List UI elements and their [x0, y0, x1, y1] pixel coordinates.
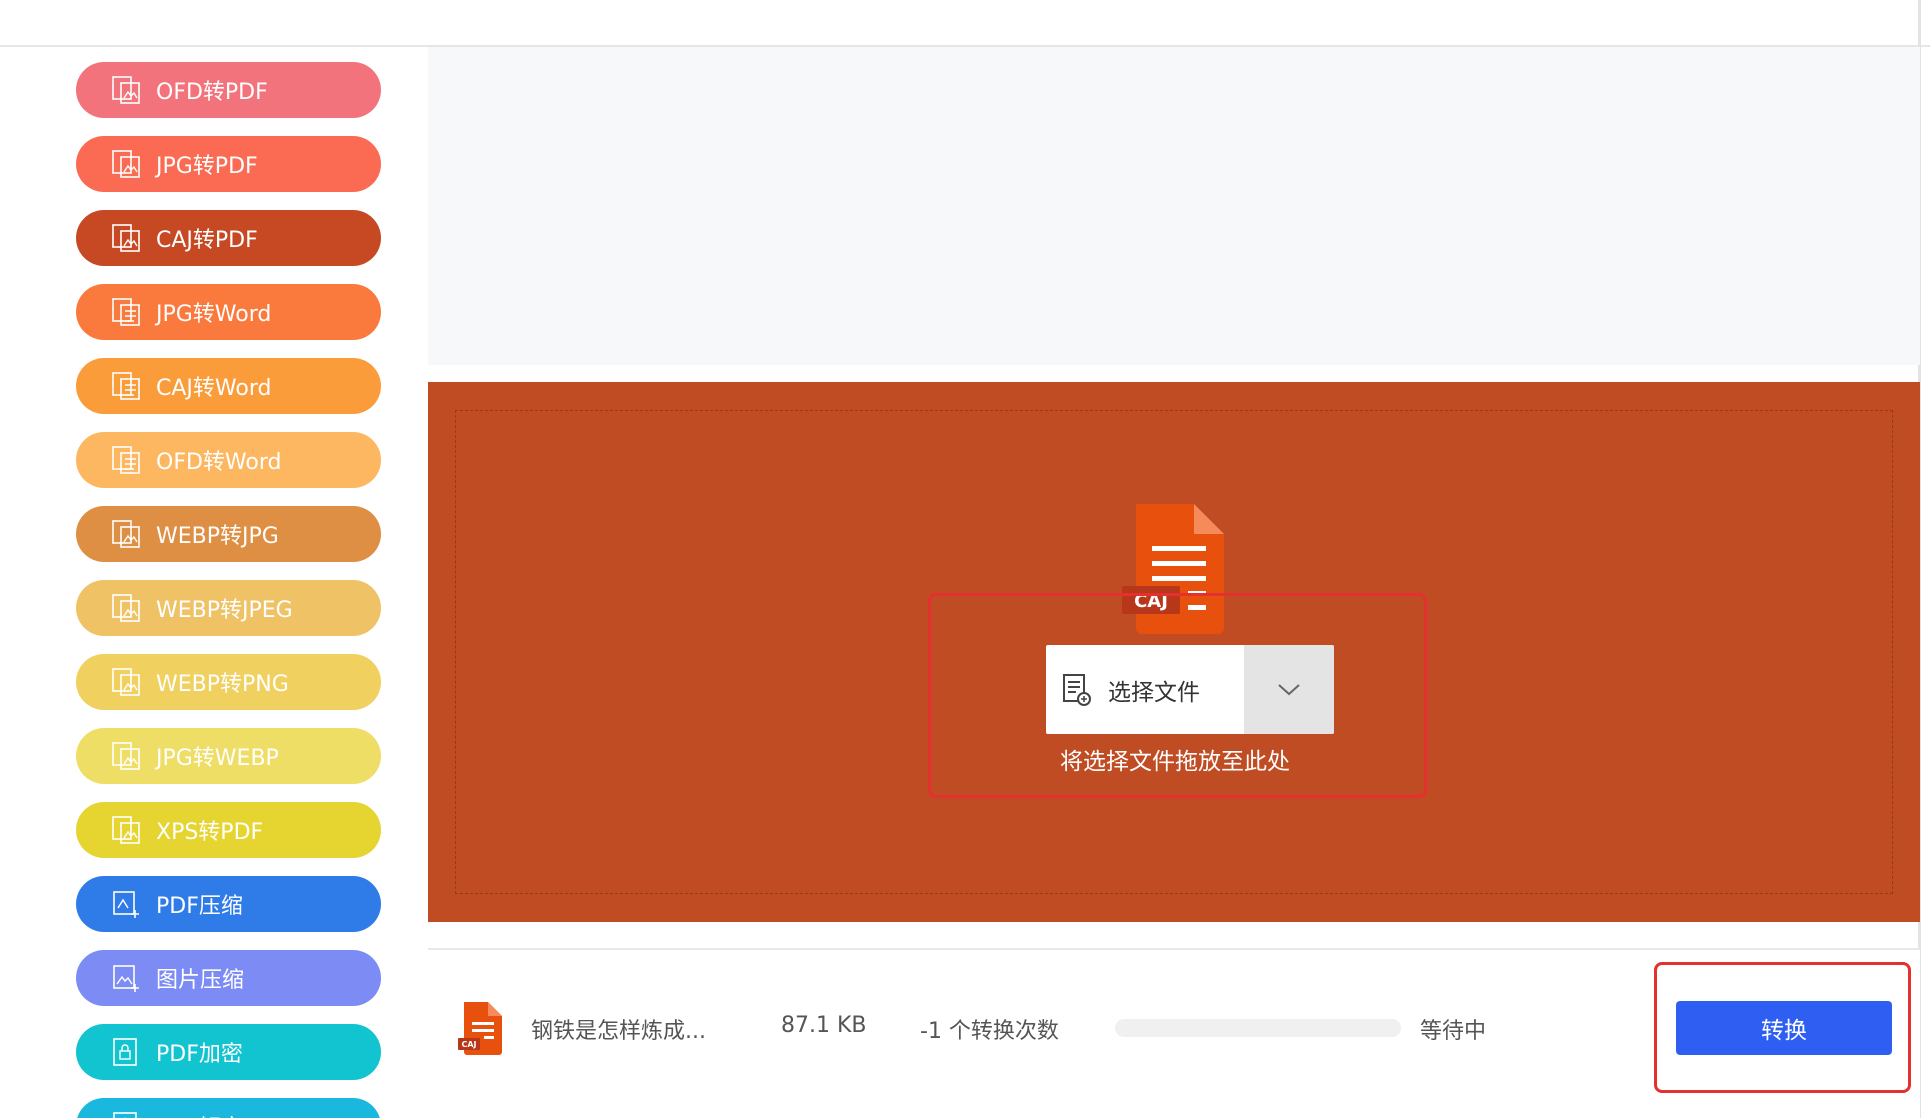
sidebar-item-pdf-compress[interactable]: PDF压缩 — [76, 876, 381, 932]
sidebar-item-jpg-to-webp[interactable]: JPG转WEBP — [76, 728, 381, 784]
caj-file-small-icon: CAJ — [458, 1002, 502, 1055]
select-file-label: 选择文件 — [1108, 679, 1200, 706]
pdf-decrypt-icon — [110, 1110, 142, 1118]
sidebar-item-label: JPG转PDF — [156, 154, 258, 179]
sidebar-item-jpg-to-pdf[interactable]: JPG转PDF — [76, 136, 381, 192]
sidebar-item-label: 图片压缩 — [156, 968, 245, 993]
top-panel — [428, 47, 1920, 365]
select-dropdown-toggle[interactable] — [1244, 645, 1334, 734]
pdf-encrypt-icon — [110, 1036, 142, 1068]
file-name: 钢铁是怎样炼成... — [531, 1019, 706, 1044]
sidebar-item-ofd-to-word[interactable]: OFD转Word — [76, 432, 381, 488]
ofd-to-word-icon — [110, 444, 142, 476]
sidebar-item-label: OFD转Word — [156, 450, 282, 475]
select-file-button-group[interactable]: 选择文件 — [1046, 645, 1334, 734]
sidebar-item-xps-to-pdf[interactable]: XPS转PDF — [76, 802, 381, 858]
status-text: 等待中 — [1420, 1019, 1487, 1044]
sidebar-item-ofd-to-pdf[interactable]: OFD转PDF — [76, 62, 381, 118]
sidebar-item-jpg-to-word[interactable]: JPG转Word — [76, 284, 381, 340]
file-badge-small-label: CAJ — [461, 1040, 476, 1049]
sidebar-item-label: XPS转PDF — [156, 820, 264, 845]
image-compress-icon — [110, 962, 142, 994]
jpg-to-webp-icon — [110, 740, 142, 772]
sidebar-item-label: WEBP转JPG — [156, 524, 279, 549]
sidebar-item-webp-to-jpeg[interactable]: WEBP转JPEG — [76, 580, 381, 636]
drop-hint-text: 将选择文件拖放至此处 — [1060, 749, 1290, 775]
chevron-down-icon — [1278, 683, 1300, 695]
document-add-icon — [1063, 673, 1091, 706]
sidebar-item-label: CAJ转PDF — [156, 228, 258, 253]
sidebar-item-label: PDF压缩 — [156, 894, 243, 919]
file-size: 87.1 KB — [781, 1013, 867, 1038]
xps-to-pdf-icon — [110, 814, 142, 846]
sidebar-item-pdf-decrypt[interactable]: PDF解密 — [76, 1098, 381, 1118]
sidebar-item-label: WEBP转PNG — [156, 672, 289, 697]
sidebar-item-image-compress[interactable]: 图片压缩 — [76, 950, 381, 1006]
jpg-to-pdf-icon — [110, 148, 142, 180]
top-bar — [0, 0, 1930, 47]
progress-bar — [1115, 1019, 1401, 1037]
webp-to-jpeg-icon — [110, 592, 142, 624]
select-file-button[interactable]: 选择文件 — [1046, 645, 1244, 734]
sidebar-item-pdf-encrypt[interactable]: PDF加密 — [76, 1024, 381, 1080]
webp-to-jpg-icon — [110, 518, 142, 550]
sidebar-item-label: WEBP转JPEG — [156, 598, 293, 623]
sidebar-item-label: PDF解密 — [156, 1110, 243, 1118]
sidebar-item-label: PDF加密 — [156, 1042, 243, 1067]
caj-to-pdf-icon — [110, 222, 142, 254]
sidebar-item-caj-to-pdf[interactable]: CAJ转PDF — [76, 210, 381, 266]
sidebar-item-label: CAJ转Word — [156, 376, 272, 401]
sidebar-item-label: OFD转PDF — [156, 80, 268, 105]
sidebar: OFD转PDF JPG转PDF CAJ转PDF JPG转Word CAJ转Wor… — [0, 47, 428, 1118]
sidebar-item-webp-to-png[interactable]: WEBP转PNG — [76, 654, 381, 710]
caj-to-word-icon — [110, 370, 142, 402]
webp-to-png-icon — [110, 666, 142, 698]
jpg-to-word-icon — [110, 296, 142, 328]
conversion-count: -1 个转换次数 — [920, 1019, 1059, 1044]
convert-button[interactable]: 转换 — [1676, 1001, 1892, 1055]
sidebar-item-label: JPG转Word — [156, 302, 272, 327]
ofd-to-pdf-icon — [110, 74, 142, 106]
sidebar-item-webp-to-jpg[interactable]: WEBP转JPG — [76, 506, 381, 562]
sidebar-item-label: JPG转WEBP — [156, 746, 279, 771]
pdf-compress-icon — [110, 888, 142, 920]
sidebar-item-caj-to-word[interactable]: CAJ转Word — [76, 358, 381, 414]
